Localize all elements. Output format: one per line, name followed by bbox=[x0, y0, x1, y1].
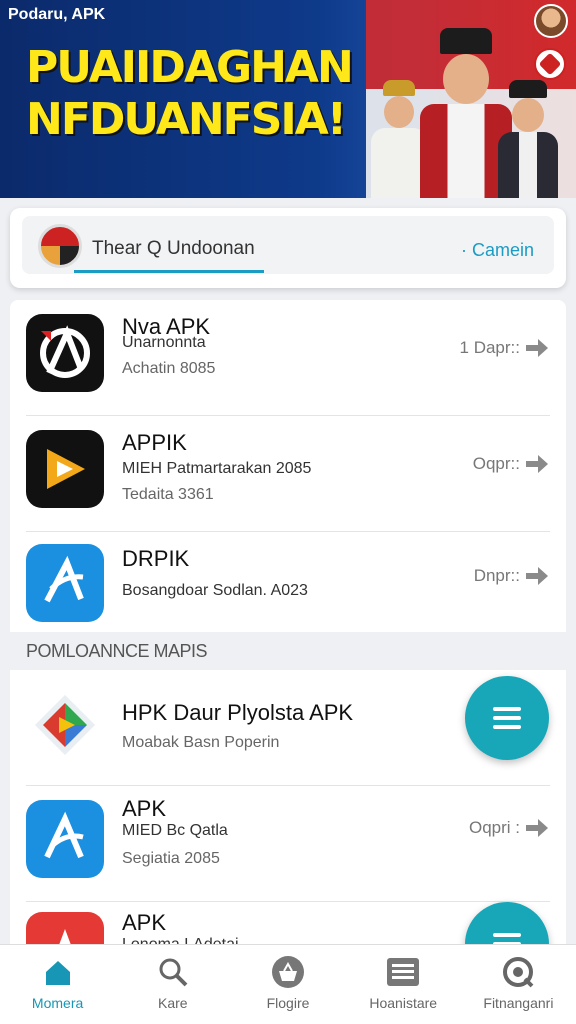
nav-label: Momera bbox=[31, 995, 84, 1011]
download-label: Oqpri : bbox=[468, 818, 520, 837]
list-item[interactable]: APK MIED Bc Qatla Segiatia 2085 Oqpri : bbox=[10, 786, 566, 902]
section-title: POMLOANNCE MAPIS bbox=[26, 641, 208, 661]
list-icon bbox=[493, 707, 521, 729]
app-subtitle: Moabak Basn Poperin bbox=[122, 734, 280, 751]
home-icon bbox=[41, 955, 75, 989]
download-action[interactable]: Dnpr:: bbox=[474, 566, 548, 586]
hero-banner[interactable]: Podaru, APK PUAIIDAGHAN NFDUANFSIA! bbox=[0, 0, 576, 198]
basket-icon bbox=[271, 955, 305, 989]
apk-a-logo-icon bbox=[26, 544, 104, 622]
app-meta: Achatin 8085 bbox=[122, 360, 216, 377]
app-subtitle: MIED Bc Qatla bbox=[122, 822, 228, 839]
nav-label: Fitnanganri bbox=[483, 995, 554, 1011]
search-icon bbox=[156, 955, 190, 989]
play-logo-icon bbox=[26, 430, 104, 508]
app-title: APK bbox=[122, 796, 167, 821]
app-list: Nva APK Unarnonnta Achatin 8085 1 Dapr::… bbox=[10, 300, 566, 986]
download-action[interactable]: 1 Dapr:: bbox=[460, 338, 548, 358]
app-title: APK bbox=[122, 910, 167, 935]
app-title: HPK Daur Plyolsta APK bbox=[122, 700, 354, 725]
app-subtitle: MIEH Patmartarakan 2085 bbox=[122, 460, 312, 477]
banner-headline-line1: PUAIIDAGHAN bbox=[26, 42, 354, 93]
app-title: DRPIK bbox=[122, 546, 190, 571]
bottom-navigation: Momera Kare Flogire Hoanistare Fitnangan… bbox=[0, 944, 576, 1024]
app-subtitle: Bosangdoar Sodlan. A023 bbox=[122, 582, 308, 599]
section-header: POMLOANNCE MAPIS bbox=[10, 632, 566, 670]
nav-label: Kare bbox=[158, 995, 188, 1011]
arrow-right-icon bbox=[526, 819, 548, 837]
apk-a-logo-icon bbox=[26, 800, 104, 878]
app-subtitle: Unarnonnta bbox=[122, 334, 206, 351]
search-tab-indicator bbox=[74, 270, 264, 273]
nav-item-list[interactable]: Hoanistare bbox=[346, 945, 461, 1024]
emblem-badge-icon[interactable] bbox=[534, 48, 566, 80]
search-bar[interactable]: Thear Q Undoonan · Camein bbox=[22, 216, 554, 274]
list-item[interactable]: APPIK MIEH Patmartarakan 2085 Tedaita 33… bbox=[10, 416, 566, 532]
search-card: Thear Q Undoonan · Camein bbox=[10, 208, 566, 288]
app-emblem-icon bbox=[38, 224, 82, 268]
banner-headline: PUAIIDAGHAN NFDUANFSIA! bbox=[26, 42, 354, 146]
banner-brand: Podaru, APK bbox=[8, 6, 106, 23]
nav-label: Hoanistare bbox=[369, 995, 438, 1011]
download-label: 1 Dapr:: bbox=[459, 338, 520, 357]
download-label: Oqpr:: bbox=[472, 454, 520, 473]
arrow-right-icon bbox=[526, 567, 548, 585]
nav-item-basket[interactable]: Flogire bbox=[230, 945, 345, 1024]
list-item[interactable]: Nva APK Unarnonnta Achatin 8085 1 Dapr:: bbox=[10, 300, 566, 416]
list-item[interactable]: DRPIK Bosangdoar Sodlan. A023 Dnpr:: bbox=[10, 532, 566, 632]
download-action[interactable]: Oqpri : bbox=[469, 818, 548, 838]
apk-a-logo-icon bbox=[26, 314, 104, 392]
play-store-logo-icon bbox=[26, 686, 104, 764]
user-avatar[interactable] bbox=[534, 4, 568, 38]
banner-headline-line2: NFDUANFSIA! bbox=[26, 94, 347, 145]
nav-item-search[interactable]: Kare bbox=[115, 945, 230, 1024]
arrow-right-icon bbox=[526, 455, 548, 473]
arrow-right-icon bbox=[526, 339, 548, 357]
menu-fab-button[interactable] bbox=[465, 676, 549, 760]
app-meta: Tedaita 3361 bbox=[122, 486, 214, 503]
person-child-right bbox=[496, 80, 560, 198]
download-action[interactable]: Oqpr:: bbox=[473, 454, 548, 474]
search-cta-link[interactable]: · Camein bbox=[461, 240, 534, 261]
nav-item-home[interactable]: Momera bbox=[0, 945, 115, 1024]
search-input[interactable]: Thear Q Undoonan bbox=[92, 238, 255, 260]
nav-label: Flogire bbox=[266, 995, 310, 1011]
update-icon bbox=[501, 955, 535, 989]
app-title: APPIK bbox=[122, 430, 187, 455]
list-icon bbox=[386, 955, 420, 989]
download-label: Dnpr:: bbox=[473, 566, 520, 585]
nav-item-updates[interactable]: Fitnanganri bbox=[461, 945, 576, 1024]
app-meta: Segiatia 2085 bbox=[122, 850, 220, 867]
